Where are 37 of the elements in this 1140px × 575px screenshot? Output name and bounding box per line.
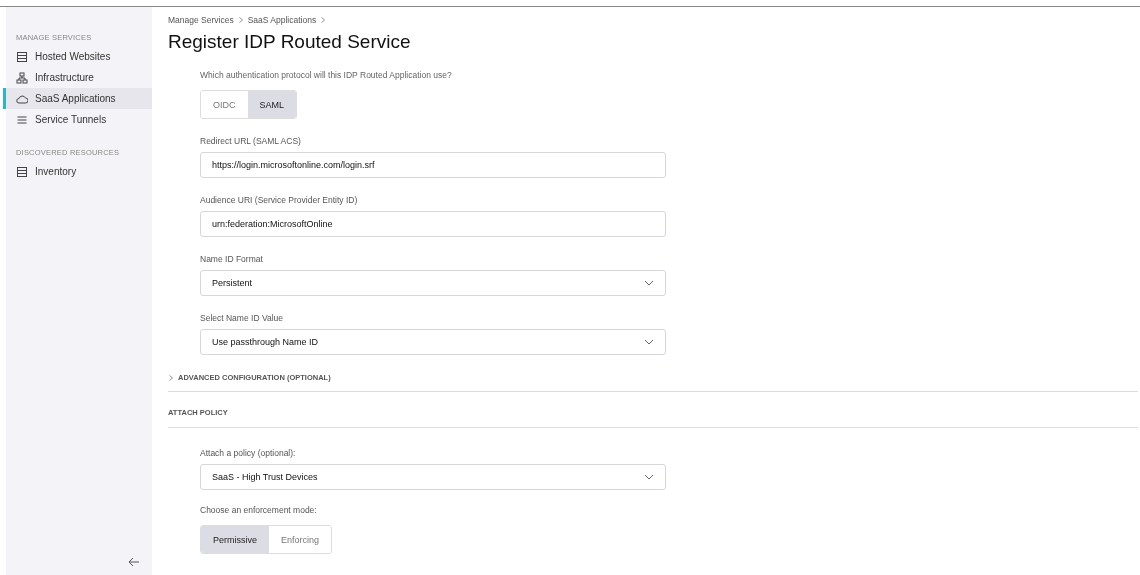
field-label: Which authentication protocol will this IDP Routed Application use? xyxy=(200,70,452,80)
sidebar-item[interactable]: Inventory xyxy=(3,161,152,182)
sidebar-item[interactable]: Hosted Websites xyxy=(3,46,152,67)
page-title: Register IDP Routed Service xyxy=(168,31,412,53)
list-icon xyxy=(16,165,28,178)
toggle-option[interactable]: SAML xyxy=(247,91,296,118)
input-field[interactable]: https://login.microsoftonline.com/login.srf xyxy=(200,152,666,178)
dropdown-value: SaaS - High Trust Devices xyxy=(212,472,318,482)
list-icon xyxy=(16,50,28,63)
breadcrumb-link[interactable]: SaaS Applications xyxy=(247,15,317,25)
menu-icon xyxy=(16,113,28,126)
field-label: Name ID Format xyxy=(200,254,264,264)
field-label: Attach a policy (optional): xyxy=(200,448,297,458)
field-label: Audience URI (Service Provider Entity ID) xyxy=(200,195,359,205)
dropdown-value: Use passthrough Name ID xyxy=(212,337,319,347)
breadcrumb-link[interactable]: Manage Services xyxy=(168,15,234,25)
sidebar-item[interactable]: Infrastructure xyxy=(3,67,152,88)
chevron-right-icon xyxy=(238,17,243,23)
sidebar-item[interactable]: Service Tunnels xyxy=(3,109,152,130)
chevron-right-icon xyxy=(321,17,326,23)
dropdown[interactable]: Persistent xyxy=(200,270,666,296)
chevron-down-icon xyxy=(644,280,654,286)
field-label: Select Name ID Value xyxy=(200,313,284,323)
chevron-down-icon xyxy=(644,339,654,345)
back-arrow-icon[interactable] xyxy=(128,557,140,567)
field-label: Redirect URL (SAML ACS) xyxy=(200,136,302,146)
chevron-down-icon xyxy=(644,474,654,480)
cloud-icon xyxy=(16,92,28,105)
sidebar-item[interactable]: SaaS Applications xyxy=(3,88,152,109)
field-label: Choose an enforcement mode: xyxy=(200,505,318,515)
dropdown-value: Persistent xyxy=(212,278,253,288)
dropdown[interactable]: SaaS - High Trust Devices xyxy=(200,464,666,490)
toggle-option[interactable]: Permissive xyxy=(201,526,269,553)
chevron-right-icon xyxy=(168,374,174,381)
dropdown[interactable]: Use passthrough Name ID xyxy=(200,329,666,355)
input-field[interactable]: urn:federation:MicrosoftOnline xyxy=(200,211,666,237)
network-icon xyxy=(16,71,28,84)
